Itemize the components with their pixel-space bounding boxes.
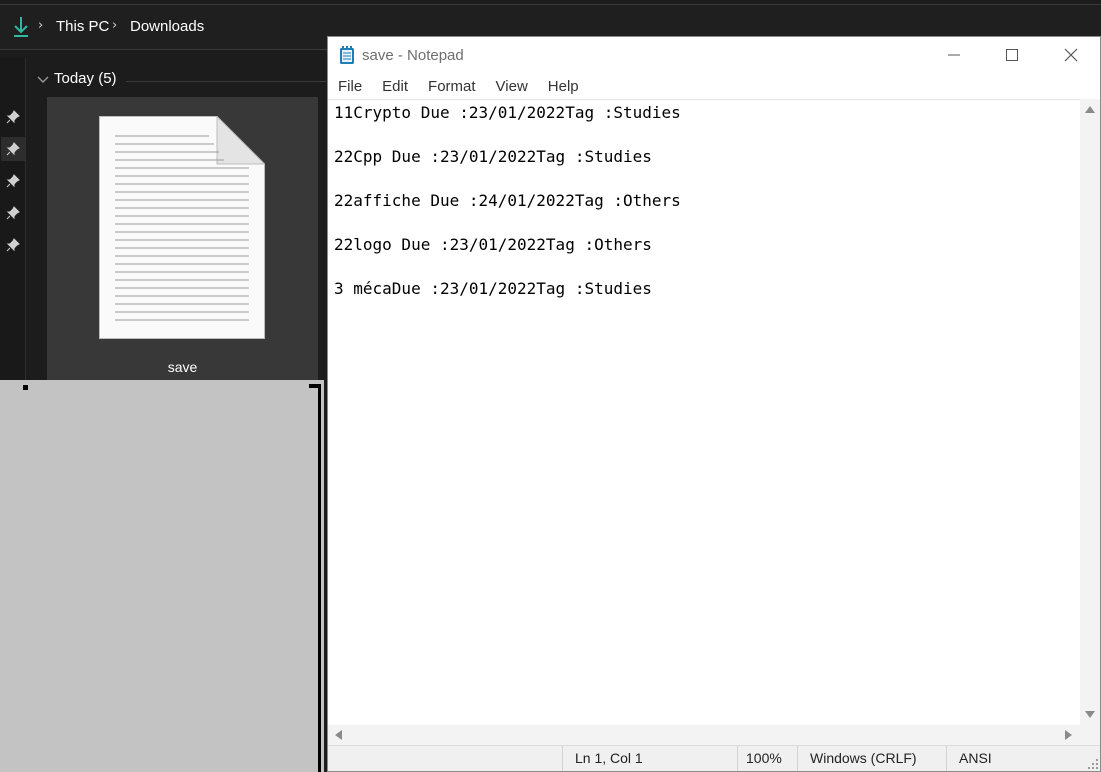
scroll-down-arrow-icon[interactable]	[1085, 711, 1095, 719]
editor-content[interactable]: 11Crypto Due :23/01/2022Tag :Studies 22C…	[334, 102, 681, 300]
pinned-item-selected[interactable]	[1, 137, 25, 161]
panel-corner	[309, 384, 321, 388]
group-header-today[interactable]: Today (5)	[36, 70, 117, 87]
chevron-right-icon[interactable]: ›	[38, 18, 43, 33]
panel-border	[318, 384, 321, 772]
scroll-left-arrow-icon[interactable]	[334, 730, 342, 740]
breadcrumb-downloads[interactable]: Downloads	[130, 18, 204, 35]
pin-icon[interactable]	[6, 110, 20, 124]
close-icon	[1064, 48, 1078, 62]
menu-help[interactable]: Help	[538, 78, 589, 95]
maximize-button[interactable]	[983, 37, 1041, 73]
pin-icon	[6, 142, 20, 156]
window-title: save - Notepad	[362, 47, 464, 64]
text-file-icon	[99, 116, 265, 339]
chevron-right-icon[interactable]: ›	[112, 18, 117, 33]
menu-file[interactable]: File	[328, 78, 372, 95]
chevron-down-icon	[37, 76, 49, 83]
notepad-window: save - Notepad File Edit Format View Hel…	[327, 36, 1101, 772]
maximize-icon	[1006, 49, 1018, 61]
status-zoom: 100%	[737, 746, 797, 771]
navigation-pane	[0, 58, 26, 380]
breadcrumb-this-pc[interactable]: This PC	[56, 18, 109, 35]
pin-icon[interactable]	[6, 206, 20, 220]
minimize-button[interactable]	[925, 37, 983, 73]
menu-bar: File Edit Format View Help	[328, 73, 1100, 99]
title-bar[interactable]: save - Notepad	[328, 37, 1100, 73]
overlay-panel	[0, 380, 324, 772]
minimize-icon	[948, 54, 960, 56]
resize-grip-icon[interactable]	[1088, 759, 1098, 769]
file-item-save[interactable]: save	[47, 97, 318, 380]
pin-icon[interactable]	[6, 174, 20, 188]
status-cursor-position: Ln 1, Col 1	[562, 746, 738, 771]
download-icon	[14, 17, 28, 37]
panel-marker	[23, 385, 28, 390]
status-bar: Ln 1, Col 1 100% Windows (CRLF) ANSI	[328, 745, 1100, 771]
vertical-scrollbar[interactable]	[1080, 99, 1100, 725]
text-editor[interactable]: 11Crypto Due :23/01/2022Tag :Studies 22C…	[328, 99, 1080, 725]
notepad-icon	[340, 46, 354, 64]
menu-view[interactable]: View	[486, 78, 538, 95]
menu-edit[interactable]: Edit	[372, 78, 418, 95]
scroll-right-arrow-icon[interactable]	[1065, 730, 1073, 740]
horizontal-scrollbar[interactable]	[328, 725, 1100, 745]
group-header-label: Today (5)	[54, 70, 117, 87]
menu-format[interactable]: Format	[418, 78, 486, 95]
pane-divider[interactable]	[25, 58, 26, 380]
close-button[interactable]	[1042, 37, 1100, 73]
scroll-up-arrow-icon[interactable]	[1085, 105, 1095, 113]
status-line-ending: Windows (CRLF)	[797, 746, 947, 771]
status-encoding: ANSI	[946, 746, 1096, 771]
group-divider	[126, 81, 326, 82]
file-name-label: save	[167, 359, 198, 375]
pin-icon[interactable]	[6, 238, 20, 252]
